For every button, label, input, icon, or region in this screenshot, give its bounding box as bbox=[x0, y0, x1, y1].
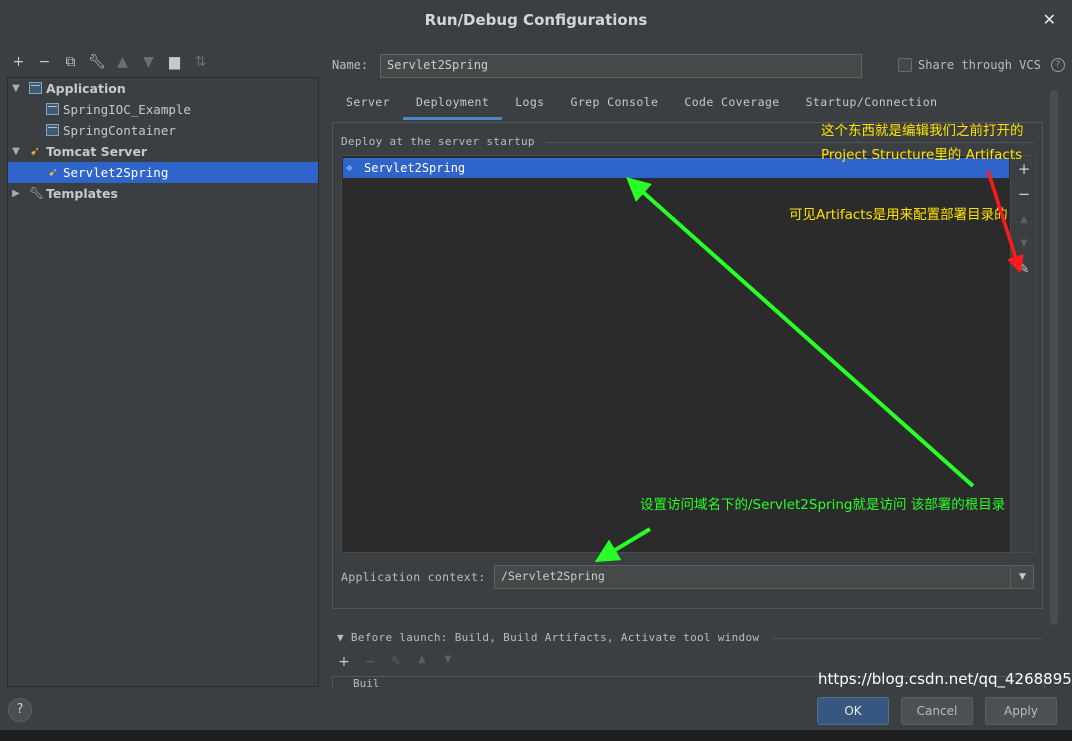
chevron-down-icon[interactable]: ▼ bbox=[1010, 565, 1034, 589]
apply-button[interactable]: Apply bbox=[985, 697, 1057, 725]
wrench-icon: 🔧︎ bbox=[29, 186, 45, 200]
folder-icon[interactable]: ▆ bbox=[166, 54, 183, 71]
config-tabs: Server Deployment Logs Grep Console Code… bbox=[333, 90, 950, 120]
share-vcs: Share through VCS ? bbox=[898, 58, 1065, 72]
dialog-title: Run/Debug Configurations bbox=[424, 11, 648, 29]
remove-icon[interactable]: − bbox=[36, 54, 53, 71]
share-vcs-checkbox[interactable] bbox=[898, 58, 912, 72]
remove-icon[interactable]: − bbox=[1016, 186, 1032, 202]
application-icon bbox=[29, 82, 42, 94]
move-down-icon[interactable]: ▼ bbox=[1016, 236, 1032, 252]
left-toolbar: + − ⧉ 🔧︎ ▲ ▼ ▆ ⇅ bbox=[10, 52, 209, 72]
edit-pencil-icon[interactable]: ✎ bbox=[1016, 262, 1032, 278]
before-launch-toolbar: + − ✎ ▲ ▼ bbox=[336, 654, 456, 670]
app-context-label: Application context: bbox=[341, 570, 486, 584]
move-down-icon[interactable]: ▼ bbox=[140, 54, 157, 71]
expand-arrow-icon[interactable]: ▼ bbox=[10, 78, 22, 99]
tomcat-icon: ➹ bbox=[48, 165, 59, 179]
tree-node-servlet2spring[interactable]: ➹ Servlet2Spring bbox=[8, 162, 318, 183]
add-icon[interactable]: + bbox=[10, 54, 27, 71]
cancel-button[interactable]: Cancel bbox=[901, 697, 973, 725]
application-icon bbox=[46, 103, 59, 115]
annotation-artifacts-line2: Project Structure里的 Artifacts bbox=[821, 147, 1023, 163]
application-icon bbox=[46, 124, 59, 136]
tab-server[interactable]: Server bbox=[333, 90, 403, 120]
move-up-icon[interactable]: ▲ bbox=[414, 654, 430, 670]
tab-grep-console[interactable]: Grep Console bbox=[558, 90, 672, 120]
deployment-panel: Deploy at the server startup ❖ Servlet2S… bbox=[332, 122, 1043, 609]
copy-icon[interactable]: ⧉ bbox=[62, 54, 79, 71]
tree-node-springcontainer[interactable]: SpringContainer bbox=[8, 120, 318, 141]
tab-startup-connection[interactable]: Startup/Connection bbox=[793, 90, 951, 120]
remove-icon[interactable]: − bbox=[362, 654, 378, 670]
scrollbar[interactable] bbox=[1050, 90, 1058, 625]
before-launch-header[interactable]: ▼ Before launch: Build, Build Artifacts,… bbox=[337, 631, 759, 644]
add-icon[interactable]: + bbox=[1016, 161, 1032, 177]
move-up-icon[interactable]: ▲ bbox=[1016, 212, 1032, 228]
list-item[interactable]: Buil bbox=[353, 677, 380, 688]
watermark: https://blog.csdn.net/qq_42688959 bbox=[818, 670, 1072, 688]
share-vcs-label: Share through VCS bbox=[918, 58, 1041, 72]
tab-logs[interactable]: Logs bbox=[502, 90, 557, 120]
taskbar-strip bbox=[0, 730, 1072, 741]
divider bbox=[772, 638, 1042, 639]
collapse-arrow-icon: ▼ bbox=[337, 631, 351, 644]
expand-arrow-icon[interactable]: ▼ bbox=[10, 141, 22, 162]
tab-code-coverage[interactable]: Code Coverage bbox=[671, 90, 792, 120]
tree-node-springioc-example[interactable]: SpringIOC_Example bbox=[8, 99, 318, 120]
name-field[interactable]: Servlet2Spring bbox=[380, 54, 862, 78]
collapse-arrow-icon[interactable]: ▶ bbox=[10, 183, 22, 204]
annotation-artifacts-line1: 这个东西就是编辑我们之前打开的 bbox=[821, 123, 1024, 139]
edit-pencil-icon[interactable]: ✎ bbox=[388, 654, 404, 670]
tab-deployment[interactable]: Deployment bbox=[402, 90, 503, 120]
annotation-artifacts-line3: 可见Artifacts是用来配置部署目录的 bbox=[789, 207, 1008, 223]
move-up-icon[interactable]: ▲ bbox=[114, 54, 131, 71]
help-icon[interactable]: ? bbox=[1050, 58, 1065, 72]
tree-node-tomcat-server[interactable]: ▼ ➹ Tomcat Server bbox=[8, 141, 318, 162]
artifact-icon: ❖ bbox=[346, 161, 353, 174]
add-icon[interactable]: + bbox=[336, 654, 352, 670]
wrench-icon[interactable]: 🔧︎ bbox=[88, 54, 106, 71]
deploy-side-toolbar: + − ▲ ▼ ✎ bbox=[1012, 155, 1036, 553]
name-label: Name: bbox=[332, 58, 369, 72]
tomcat-icon: ➹ bbox=[30, 144, 41, 158]
move-down-icon[interactable]: ▼ bbox=[440, 654, 456, 670]
title-bar: Run/Debug Configurations ✕ bbox=[0, 0, 1072, 42]
app-context-field[interactable]: /Servlet2Spring bbox=[494, 565, 1034, 589]
config-tree: ▼ Application SpringIOC_Example SpringCo… bbox=[7, 77, 319, 687]
tree-node-application[interactable]: ▼ Application bbox=[8, 78, 318, 99]
annotation-context: 设置访问域名下的/Servlet2Spring就是访问 该部署的根目录 bbox=[640, 497, 1006, 513]
help-button[interactable]: ? bbox=[8, 698, 32, 722]
deploy-caption: Deploy at the server startup bbox=[341, 135, 535, 148]
ok-button[interactable]: OK bbox=[817, 697, 889, 725]
close-icon[interactable]: ✕ bbox=[1043, 10, 1056, 29]
sort-icon[interactable]: ⇅ bbox=[192, 54, 209, 71]
tree-node-templates[interactable]: ▶ 🔧︎ Templates bbox=[8, 183, 318, 204]
